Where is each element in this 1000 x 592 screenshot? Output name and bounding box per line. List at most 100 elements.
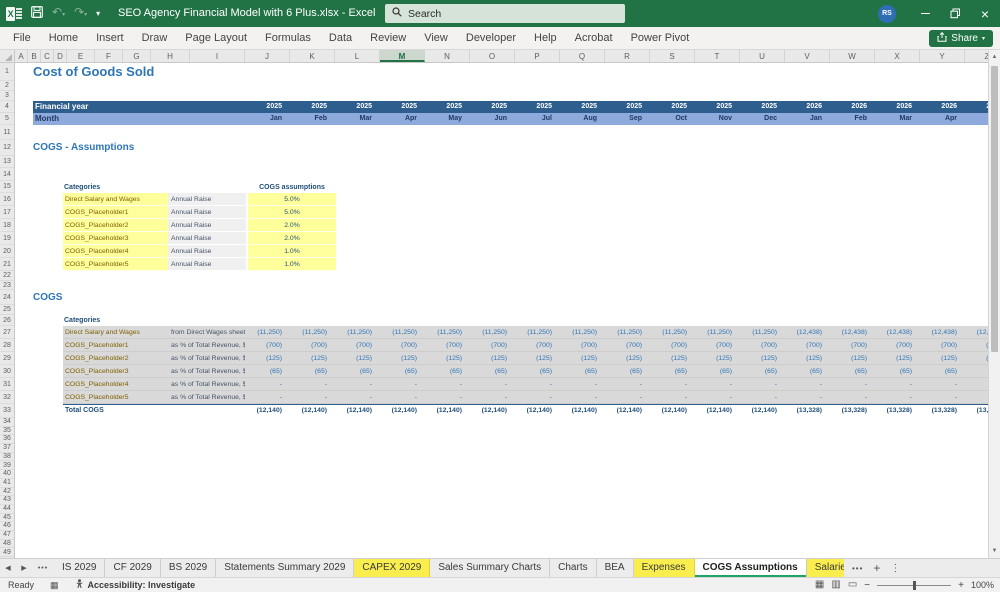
macro-record-icon[interactable]: ▦ — [50, 580, 59, 591]
cogs-value-cell[interactable]: - — [515, 378, 560, 391]
cogs-value-cell[interactable]: (11,250) — [605, 326, 650, 339]
cogs-value-cell[interactable]: (65) — [380, 365, 425, 378]
cogs-value-cell[interactable]: (700) — [335, 339, 380, 352]
cogs-value-cell[interactable]: (65) — [515, 365, 560, 378]
month-cell[interactable]: May — [425, 113, 470, 125]
cogs-category-cell[interactable]: COGS_Placeholder4 — [63, 378, 168, 391]
row-header-12[interactable]: 12 — [0, 140, 14, 156]
cogs-value-cell[interactable]: (700) — [650, 339, 695, 352]
cogs-value-cell[interactable]: - — [830, 378, 875, 391]
column-header-B[interactable]: B — [28, 50, 41, 62]
row-header-19[interactable]: 19 — [0, 232, 14, 245]
sheet-tab-sales-summary-charts[interactable]: Sales Summary Charts — [430, 559, 551, 577]
column-header-W[interactable]: W — [830, 50, 875, 62]
ribbon-tab-draw[interactable]: Draw — [133, 27, 177, 49]
cogs-value-cell[interactable]: (11,250) — [245, 326, 290, 339]
next-sheet-icon[interactable]: ▶ — [16, 559, 32, 577]
year-cell[interactable]: 2025 — [245, 101, 290, 113]
ribbon-tab-view[interactable]: View — [415, 27, 457, 49]
row-header-46[interactable]: 46 — [0, 522, 14, 532]
cogs-value-cell[interactable]: (11,250) — [650, 326, 695, 339]
cogs-value-cell[interactable]: (700) — [470, 339, 515, 352]
row-header-28[interactable]: 28 — [0, 339, 14, 352]
cogs-method-cell[interactable]: as % of Total Revenue, $ — [168, 339, 245, 352]
zoom-slider[interactable] — [877, 580, 952, 590]
cogs-value-cell[interactable]: (65) — [875, 365, 920, 378]
cogs-value-cell[interactable]: - — [380, 378, 425, 391]
month-cell[interactable]: Apr — [920, 113, 965, 125]
row-header-42[interactable]: 42 — [0, 488, 14, 497]
column-header-H[interactable]: H — [151, 50, 190, 62]
assumption-method-cell[interactable]: Annual Raise — [168, 245, 246, 258]
cogs-value-cell[interactable]: (700) — [875, 339, 920, 352]
column-header-U[interactable]: U — [740, 50, 785, 62]
total-cogs-value-cell[interactable]: (12,140) — [560, 404, 605, 418]
cogs-value-cell[interactable]: - — [695, 378, 740, 391]
total-cogs-value-cell[interactable]: (12,140) — [335, 404, 380, 418]
row-header-43[interactable]: 43 — [0, 496, 14, 505]
cogs-value-cell[interactable]: (700) — [740, 339, 785, 352]
total-cogs-value-cell[interactable]: (13,328) — [875, 404, 920, 418]
ribbon-tab-review[interactable]: Review — [361, 27, 415, 49]
cogs-value-cell[interactable]: - — [605, 378, 650, 391]
cogs-value-cell[interactable]: - — [920, 378, 965, 391]
cogs-value-cell[interactable]: - — [470, 378, 515, 391]
more-sheets-icon[interactable]: ••• — [852, 564, 863, 573]
sheet-tab-expenses[interactable]: Expenses — [633, 559, 695, 577]
assumption-method-cell[interactable]: Annual Raise — [168, 219, 246, 232]
year-cell[interactable]: 2026 — [785, 101, 830, 113]
column-header-O[interactable]: O — [470, 50, 515, 62]
cogs-value-cell[interactable]: (700) — [605, 339, 650, 352]
sheet-tab-salaries-assumptions[interactable]: Salaries Assumptions — [806, 559, 844, 577]
cogs-value-cell[interactable]: (125) — [515, 352, 560, 365]
month-cell[interactable]: Apr — [380, 113, 425, 125]
cogs-value-cell[interactable]: - — [560, 391, 605, 404]
cogs-value-cell[interactable]: (700) — [920, 339, 965, 352]
cogs-value-cell[interactable]: (700) — [425, 339, 470, 352]
cogs-value-cell[interactable]: (125) — [605, 352, 650, 365]
assumption-category-cell[interactable]: COGS_Placeholder1 — [63, 206, 168, 219]
cogs-value-cell[interactable]: (125) — [425, 352, 470, 365]
cogs-method-cell[interactable]: as % of Total Revenue, $ — [168, 365, 245, 378]
column-header-X[interactable]: X — [875, 50, 920, 62]
cogs-method-cell[interactable]: as % of Total Revenue, $ — [168, 391, 245, 404]
cogs-value-cell[interactable]: (65) — [605, 365, 650, 378]
year-cell[interactable]: 2025 — [605, 101, 650, 113]
cogs-value-cell[interactable]: - — [695, 391, 740, 404]
year-cell[interactable]: 2026 — [965, 101, 988, 113]
cogs-value-cell[interactable]: - — [290, 378, 335, 391]
normal-view-icon[interactable]: ▦ — [815, 578, 824, 592]
total-cogs-value-cell[interactable]: (12,140) — [290, 404, 335, 418]
row-header-34[interactable]: 34 — [0, 418, 14, 427]
ribbon-tab-formulas[interactable]: Formulas — [256, 27, 320, 49]
cogs-value-cell[interactable]: (125) — [695, 352, 740, 365]
cogs-value-cell[interactable]: (700) — [290, 339, 335, 352]
zoom-in-button[interactable]: + — [958, 580, 964, 591]
assumption-value-cell[interactable]: 1.0% — [248, 245, 336, 258]
assumption-value-cell[interactable]: 2.0% — [248, 219, 336, 232]
row-header-49[interactable]: 49 — [0, 549, 14, 558]
cogs-category-cell[interactable]: COGS_Placeholder3 — [63, 365, 168, 378]
year-cell[interactable]: 2026 — [875, 101, 920, 113]
total-cogs-value-cell[interactable]: (12,140) — [380, 404, 425, 418]
ribbon-tab-acrobat[interactable]: Acrobat — [566, 27, 622, 49]
row-header-16[interactable]: 16 — [0, 193, 14, 206]
sheet-tab-statements-summary-2029[interactable]: Statements Summary 2029 — [216, 559, 355, 577]
total-cogs-value-cell[interactable]: (12,140) — [650, 404, 695, 418]
total-cogs-value-cell[interactable]: (12,140) — [245, 404, 290, 418]
year-cell[interactable]: 2026 — [920, 101, 965, 113]
column-header-J[interactable]: J — [245, 50, 290, 62]
row-header-37[interactable]: 37 — [0, 444, 14, 453]
cogs-value-cell[interactable]: - — [830, 391, 875, 404]
share-button[interactable]: Share ▾ — [929, 30, 993, 47]
cogs-value-cell[interactable]: (12,438) — [875, 326, 920, 339]
cogs-method-cell[interactable]: as % of Total Revenue, $ — [168, 352, 245, 365]
row-header-11[interactable]: 11 — [0, 125, 14, 140]
cogs-value-cell[interactable]: (125) — [650, 352, 695, 365]
total-cogs-value-cell[interactable]: (12,140) — [425, 404, 470, 418]
year-cell[interactable]: 2025 — [470, 101, 515, 113]
cogs-value-cell[interactable]: (11,250) — [290, 326, 335, 339]
cogs-value-cell[interactable]: (12,438) — [965, 326, 988, 339]
cogs-method-cell[interactable]: from Direct Wages sheet — [168, 326, 245, 339]
cogs-value-cell[interactable]: (11,250) — [425, 326, 470, 339]
